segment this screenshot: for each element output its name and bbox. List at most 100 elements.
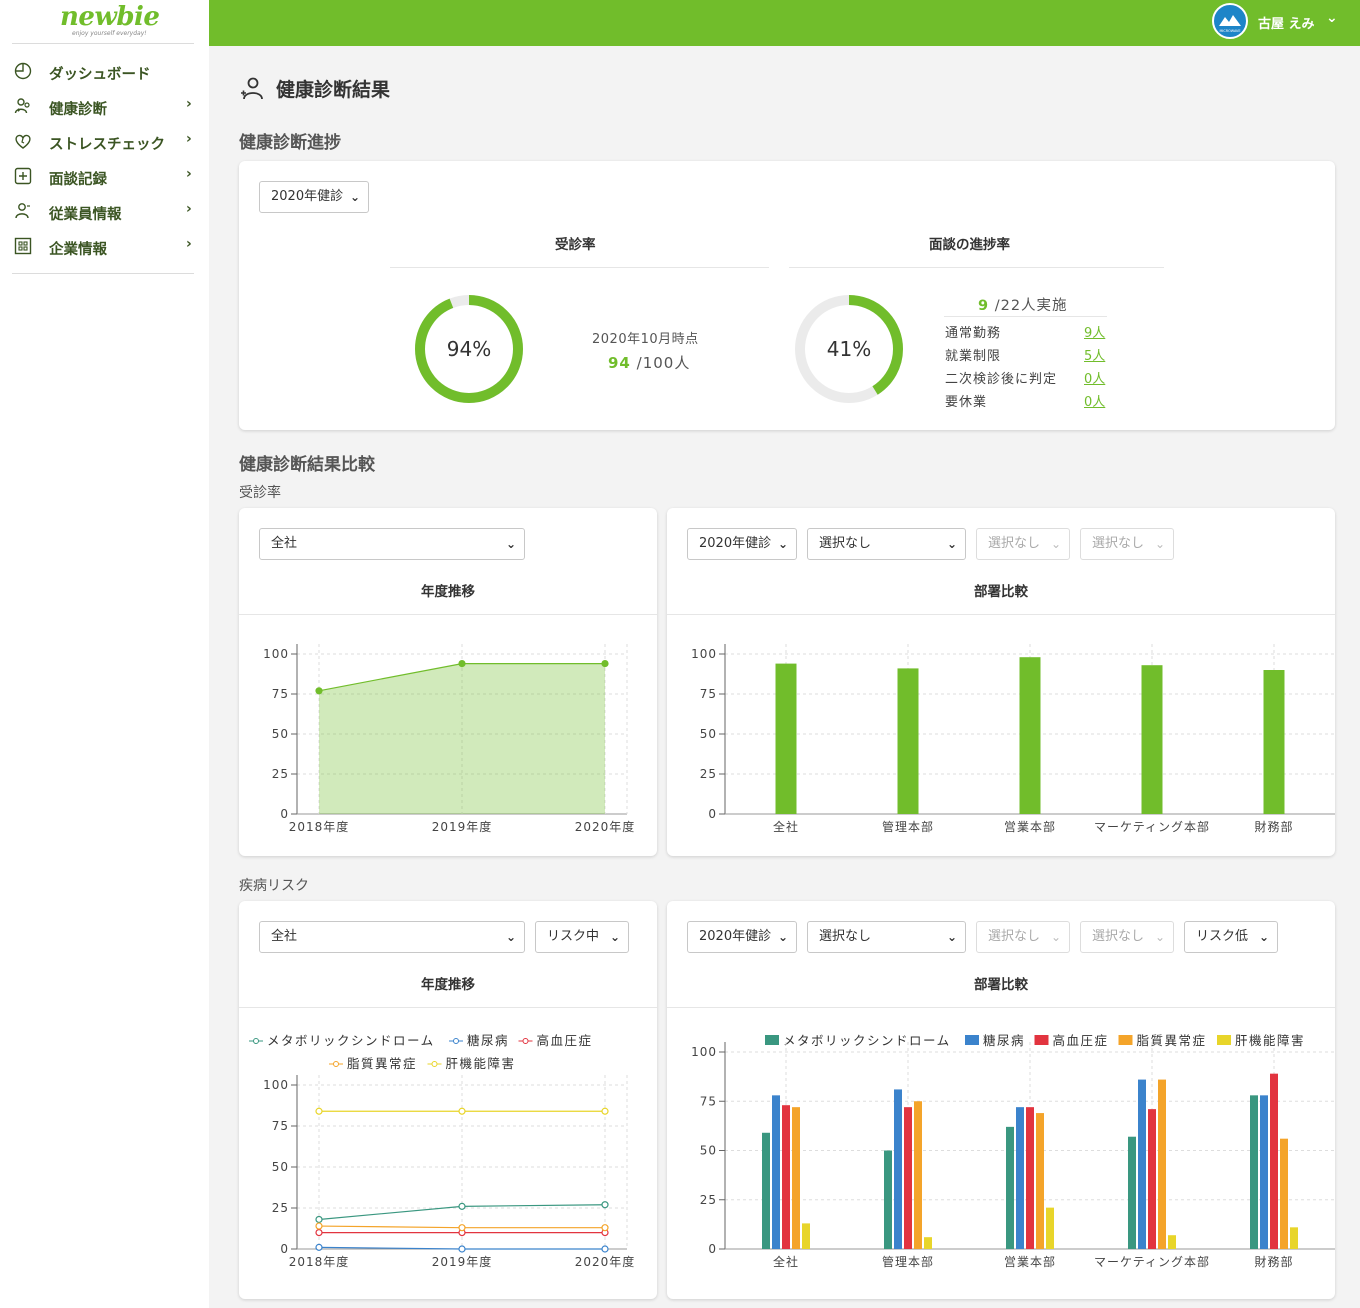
legend-label: 脂質異常症 [347,1056,417,1071]
chevron-down-icon: ⌄ [777,537,788,551]
bar [762,1132,770,1249]
bar [792,1107,800,1249]
exam-year-select-value: 2020年健診 [699,536,772,551]
risk-company-select[interactable]: 全社 ⌄ [259,921,525,953]
chevron-down-icon: ⌄ [505,930,516,944]
dept-select-3[interactable]: 選択なし ⌄ [1080,528,1174,560]
risk-dept-select-1[interactable]: 選択なし ⌄ [807,921,966,953]
x-tick-label: 営業本部 [1004,1254,1056,1269]
y-tick-label: 75 [700,1094,717,1108]
y-tick-label: 0 [280,807,289,821]
y-tick-label: 75 [700,687,717,701]
bar [1128,1136,1136,1249]
chevron-down-icon: ⌄ [505,537,516,551]
sidebar-divider-top [12,43,194,44]
card-divider [667,614,1335,615]
company-select[interactable]: 全社 ⌄ [259,528,525,560]
legend-label: 高血圧症 [1053,1033,1109,1048]
bar [904,1107,912,1249]
y-tick-label: 100 [263,647,289,661]
legend-swatch [965,1035,979,1045]
status-link-secondary[interactable]: 0人 [1084,368,1105,387]
person-icon [15,203,30,219]
risk-year-select[interactable]: 2020年健診 ⌄ [687,921,797,953]
heart-icon [15,134,31,149]
risk-dept-select-3[interactable]: 選択なし ⌄ [1080,921,1174,953]
legend-swatch [1118,1035,1133,1045]
risk-dept-select-2[interactable]: 選択なし ⌄ [976,921,1070,953]
sidebar-divider-bottom [12,273,194,274]
exam-rate-heading: 受診率 [555,237,596,253]
risk-level-select[interactable]: リスク中 ⌄ [535,921,629,953]
logo-tagline: enjoy yourself everyday! [72,30,147,37]
chevron-down-icon: ⌄ [1154,537,1165,551]
y-tick-label: 75 [272,1119,289,1133]
x-tick-label: 営業本部 [1004,819,1056,834]
dept-select-2[interactable]: 選択なし ⌄ [976,528,1070,560]
risk-dept-level-select[interactable]: リスク低 ⌄ [1184,921,1278,953]
interview-heading: 面談の進捗率 [929,237,1010,253]
bar [1280,1138,1288,1249]
exam-count: 94 [608,354,631,372]
legend-swatch [1217,1035,1231,1045]
card-divider [239,1007,657,1008]
bar [1046,1207,1054,1249]
chevron-down-icon: ⌄ [946,930,957,944]
x-tick-label: 財務部 [1254,1254,1293,1269]
sidebar-item-label: 企業情報 [49,242,107,258]
year-select[interactable]: 2020年健診 ⌄ [259,181,369,213]
legend-label: 糖尿病 [983,1033,1025,1048]
chevron-right-icon: › [186,166,192,182]
data-point [458,1245,466,1253]
dept-select-1-value: 選択なし [819,536,872,551]
sidebar-item-employee-info[interactable]: 従業員情報 › [0,198,209,228]
risk-dept-heading: 部署比較 [974,977,1028,993]
chevron-down-icon: ⌄ [1258,930,1269,944]
data-point [458,659,466,668]
y-tick-label: 0 [708,807,717,821]
legend-label: メタボリックシンドローム [783,1033,951,1048]
bar [1270,1073,1278,1249]
status-link-normal[interactable]: 9人 [1084,322,1105,341]
chevron-down-icon: ⌄ [946,537,957,551]
people-icon [14,98,30,114]
logo-wordmark: newbie [60,2,160,32]
sidebar-item-interview-records[interactable]: 面談記録 › [0,163,209,193]
bar [1016,1107,1024,1249]
sidebar-item-health-check[interactable]: 健康診断 › [0,93,209,123]
data-point [315,1229,323,1237]
sidebar-item-stress-check[interactable]: ストレスチェック › [0,128,209,158]
data-point [315,1107,323,1115]
interview-divider [789,267,1164,268]
bar [884,1150,892,1249]
user-menu-chevron-icon[interactable]: ⌄ [1326,10,1338,26]
status-link-leave[interactable]: 0人 [1084,391,1105,410]
progress-section-title: 健康診断進捗 [239,133,341,153]
sidebar-item-dashboard[interactable]: ダッシュボード [0,58,209,88]
logo[interactable]: newbie enjoy yourself everyday! [60,2,170,42]
x-tick-label: 2020年度 [575,1254,636,1269]
user-name[interactable]: 古屋 えみ [1258,13,1315,32]
interview-total: /22人実施 [994,298,1068,314]
bar [775,663,797,814]
sidebar-item-company-info[interactable]: 企業情報 › [0,233,209,263]
avatar[interactable]: MICROWAVE [1212,3,1248,39]
risk-dept-chart: メタボリックシンドローム 糖尿病 高血圧症 脂質異常症 肝機能障害 0 25 50 75 100 全… [691,1033,1335,1269]
risk-trend-heading: 年度推移 [421,977,475,993]
avatar-brand-text: MICROWAVE [1219,29,1240,33]
sidebar-item-label: ダッシュボード [49,67,151,83]
disease-risk-subtitle: 疾病リスク [239,878,309,894]
dept-select-3-value: 選択なし [1092,536,1145,551]
risk-dept-select-3-value: 選択なし [1092,929,1145,944]
bar [1168,1235,1176,1249]
risk-year-select-value: 2020年健診 [699,929,772,944]
dept-select-1[interactable]: 選択なし ⌄ [807,528,966,560]
status-link-restricted[interactable]: 5人 [1084,345,1105,364]
bar [1036,1113,1044,1249]
bar [1260,1095,1268,1249]
comparison-section-title: 健康診断結果比較 [239,455,375,475]
exam-year-select[interactable]: 2020年健診 ⌄ [687,528,797,560]
bar [1141,665,1163,814]
risk-level-select-value: リスク中 [547,929,600,944]
data-point [458,1202,466,1210]
